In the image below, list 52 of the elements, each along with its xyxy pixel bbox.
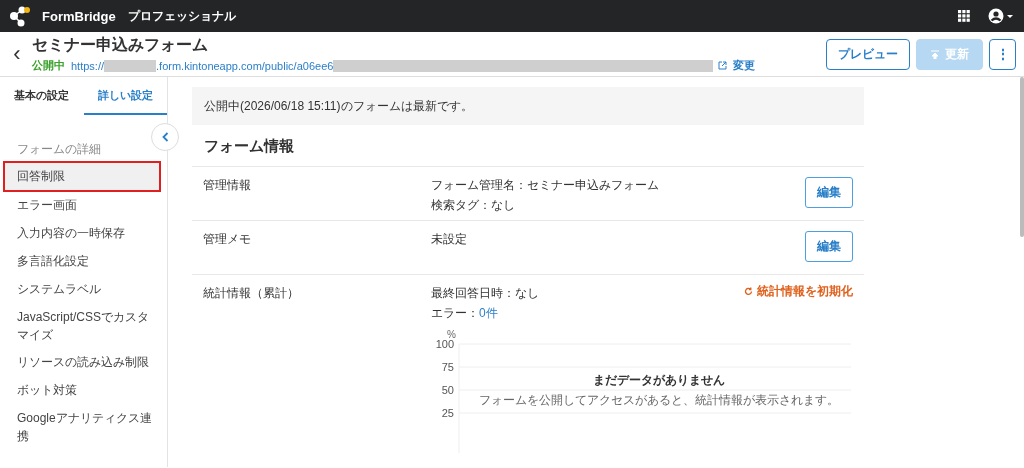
tick-label: 25 bbox=[441, 406, 454, 419]
empty-message: フォームを公開してアクセスがあると、統計情報が表示されます。 bbox=[479, 392, 839, 407]
redaction-bar bbox=[104, 59, 157, 72]
url-start-link[interactable]: https:// bbox=[71, 59, 105, 72]
back-button[interactable]: ‹ bbox=[6, 43, 28, 65]
sidebar-item[interactable]: JavaScript/CSSでカスタマイズ bbox=[0, 304, 161, 350]
brand-name: FormBridge bbox=[42, 8, 116, 24]
plan-label: プロフェッショナル bbox=[127, 7, 236, 25]
empty-title: まだデータがありません bbox=[593, 372, 725, 387]
sidebar-item[interactable]: ボット対策 bbox=[0, 377, 161, 406]
scrollbar[interactable] bbox=[1020, 77, 1024, 237]
logo-icon bbox=[8, 5, 32, 27]
edit-button[interactable]: 編集 bbox=[805, 177, 853, 208]
sidebar-item[interactable]: Googleアナリティクス連携 bbox=[0, 405, 161, 450]
info-text: 未設定 bbox=[431, 231, 468, 248]
status-label: 公開中 bbox=[32, 58, 65, 73]
sidebar-item[interactable]: 回答制限 bbox=[3, 161, 161, 193]
chevron-left-icon bbox=[161, 132, 169, 142]
refresh-icon bbox=[744, 286, 753, 296]
group-heading: フォームの詳細 bbox=[17, 140, 102, 158]
reset-stats-link[interactable]: 統計情報を初期化 bbox=[744, 283, 853, 299]
section-title: フォーム情報 bbox=[192, 125, 864, 167]
more-button[interactable]: ⋮ bbox=[989, 38, 1016, 70]
settings-tab[interactable]: 詳しい設定 bbox=[83, 77, 167, 115]
sidebar-item[interactable]: リソースの読み込み制限 bbox=[0, 349, 161, 378]
apps-grid-icon[interactable] bbox=[958, 10, 970, 22]
external-link-icon[interactable] bbox=[718, 61, 728, 70]
preview-button[interactable]: プレビュー bbox=[826, 38, 910, 70]
error-count-link[interactable]: 0件 bbox=[479, 306, 498, 321]
tick-label: 100 bbox=[435, 337, 454, 350]
user-avatar-icon[interactable] bbox=[988, 8, 1014, 24]
settings-tab[interactable]: 基本の設定 bbox=[0, 77, 84, 115]
tick-label: 50 bbox=[441, 383, 454, 396]
row-label: 管理メモ bbox=[203, 231, 252, 248]
info-text: 最終回答日時：なし bbox=[431, 285, 540, 302]
sidebar-item[interactable]: エラー画面 bbox=[0, 192, 161, 221]
url-link[interactable]: .form.kintoneapp.com/public/a06ee6 bbox=[156, 59, 334, 72]
row-label: 管理情報 bbox=[203, 177, 252, 194]
edit-button[interactable]: 編集 bbox=[805, 231, 853, 262]
info-text: フォーム管理名：セミナー申込みフォーム bbox=[431, 177, 660, 194]
sidebar-item[interactable]: 入力内容の一時保存 bbox=[0, 220, 161, 249]
status-notice: 公開中(2026/06/18 15:11)のフォームは最新です。 bbox=[192, 87, 864, 125]
tick-label: 75 bbox=[441, 360, 454, 373]
info-text: 検索タグ：なし bbox=[431, 197, 516, 215]
form-title: セミナー申込みフォーム bbox=[32, 35, 209, 55]
change-link[interactable]: 変更 bbox=[733, 58, 756, 73]
sidebar-item[interactable]: システムラベル bbox=[0, 276, 161, 305]
sidebar-item[interactable]: 多言語化設定 bbox=[0, 248, 161, 277]
row-label: 統計情報（累計） bbox=[203, 285, 300, 302]
info-text: エラー：0件 bbox=[431, 305, 499, 323]
axis-unit: % bbox=[447, 328, 456, 340]
upload-icon bbox=[930, 49, 939, 59]
